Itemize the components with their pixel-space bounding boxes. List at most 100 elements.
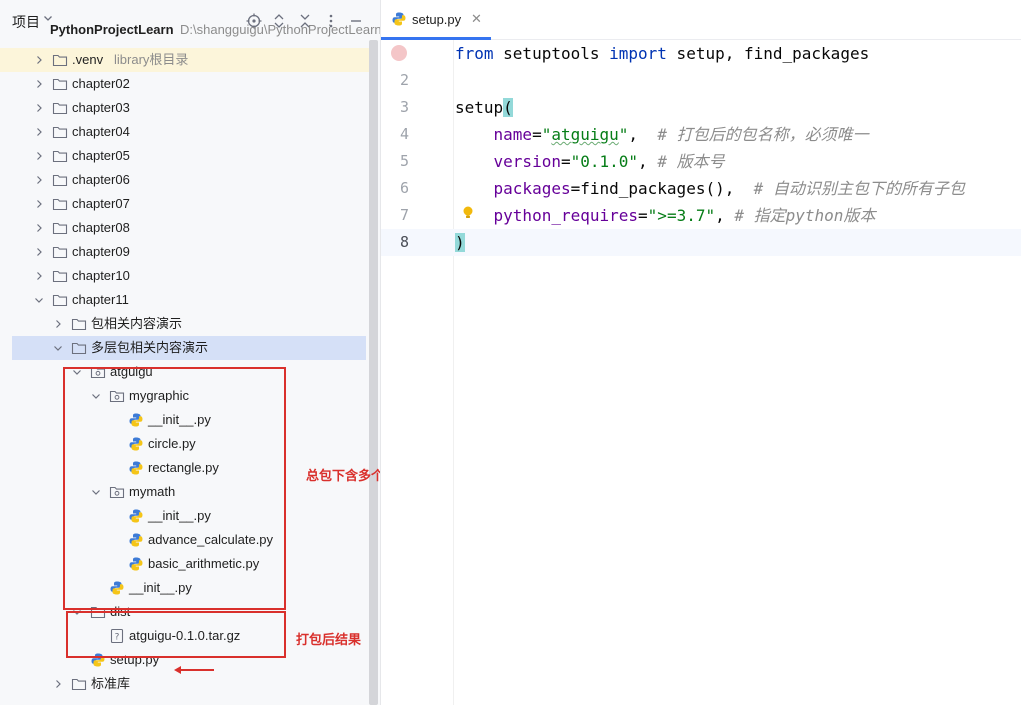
tree-item[interactable]: chapter02	[0, 72, 369, 96]
tree-item[interactable]: chapter06	[0, 168, 369, 192]
chevron-right-icon[interactable]	[34, 55, 44, 65]
line-number[interactable]: 4	[381, 121, 409, 148]
tree-item-label: chapter05	[72, 148, 130, 163]
tab-setup-py[interactable]: setup.py ✕	[381, 0, 491, 40]
line-number[interactable]: 3	[381, 94, 409, 121]
tree-item[interactable]: 包相关内容演示	[0, 312, 369, 336]
tree-item-hint: library根目录	[114, 52, 189, 67]
code-text: from setuptools import setup, find_packa…	[455, 40, 869, 67]
folder-icon	[52, 102, 68, 115]
packages-highlight-box	[63, 367, 286, 610]
code-line[interactable]: 4 name="atguigu", # 打包后的包名称，必须唯一	[381, 121, 1021, 148]
tree-item[interactable]: chapter04	[0, 120, 369, 144]
code-line[interactable]: 7 python_requires=">=3.7", # 指定python版本	[381, 202, 1021, 229]
chevron-down-icon[interactable]	[53, 343, 63, 353]
tree-item[interactable]: chapter11	[0, 288, 369, 312]
code-text: python_requires=">=3.7", # 指定python版本	[455, 202, 876, 229]
code-line[interactable]: 8)	[381, 229, 1021, 256]
chevron-down-icon[interactable]	[34, 295, 44, 305]
code-token: ,	[628, 125, 658, 144]
tree-item-label: chapter02	[72, 76, 130, 91]
chevron-right-icon[interactable]	[34, 151, 44, 161]
code-area[interactable]: from setuptools import setup, find_packa…	[381, 40, 1021, 256]
scrollbar[interactable]	[369, 40, 378, 705]
editor-tab-bar: setup.py ✕	[381, 0, 1021, 40]
code-token: # 指定python版本	[734, 206, 876, 225]
tree-item[interactable]: chapter08	[0, 216, 369, 240]
chevron-right-icon[interactable]	[34, 223, 44, 233]
code-token: setup	[455, 98, 504, 117]
tree-item-label: chapter08	[72, 220, 130, 235]
python-file-icon	[392, 12, 406, 26]
code-token: version	[493, 152, 561, 171]
chevron-right-icon[interactable]	[34, 247, 44, 257]
line-number[interactable]: 2	[381, 67, 409, 94]
line-number[interactable]: 8	[381, 229, 409, 256]
tree-item-label: 包相关内容演示	[91, 316, 183, 331]
folder-icon	[52, 294, 68, 307]
code-token: from	[455, 44, 494, 63]
code-text: name="atguigu", # 打包后的包名称，必须唯一	[455, 121, 869, 148]
folder-icon	[52, 198, 68, 211]
tree-item[interactable]: chapter09	[0, 240, 369, 264]
code-text: packages=find_packages(), # 自动识别主包下的所有子包	[455, 175, 965, 202]
tree-item[interactable]: chapter05	[0, 144, 369, 168]
chevron-right-icon[interactable]	[53, 679, 63, 689]
tree-item-label: chapter09	[72, 244, 130, 259]
tree-item[interactable]: 多层包相关内容演示	[12, 336, 366, 360]
code-token: # 打包后的包名称，必须唯一	[657, 125, 869, 144]
folder-icon	[52, 126, 68, 139]
line-number[interactable]: 6	[381, 175, 409, 202]
tree-item[interactable]: chapter10	[0, 264, 369, 288]
chevron-right-icon[interactable]	[34, 103, 44, 113]
chevron-right-icon[interactable]	[53, 319, 63, 329]
chevron-right-icon[interactable]	[34, 199, 44, 209]
code-token: ,	[638, 152, 658, 171]
code-token: =	[532, 125, 542, 144]
code-line[interactable]: 2	[381, 67, 1021, 94]
breakpoint-icon[interactable]	[391, 45, 407, 61]
code-line[interactable]: from setuptools import setup, find_packa…	[381, 40, 1021, 67]
tree-item[interactable]: chapter03	[0, 96, 369, 120]
close-icon[interactable]: ✕	[471, 11, 482, 27]
code-token: # 版本号	[657, 152, 725, 171]
folder-icon	[52, 78, 68, 91]
code-token: "	[541, 125, 552, 144]
folder-icon	[71, 318, 87, 331]
folder-icon	[52, 174, 68, 187]
code-line[interactable]: 5 version="0.1.0", # 版本号	[381, 148, 1021, 175]
folder-icon	[52, 54, 68, 67]
dist-annotation: 打包后结果	[296, 632, 362, 647]
code-token: # 自动识别主包下的所有子包	[753, 179, 965, 198]
project-panel-title[interactable]: 项目	[12, 12, 40, 32]
tree-item-label: chapter04	[72, 124, 130, 139]
code-token: setup, find_packages	[666, 44, 870, 63]
folder-icon	[71, 342, 87, 355]
code-token: python_requires	[493, 206, 639, 225]
chevron-right-icon[interactable]	[34, 79, 44, 89]
line-number[interactable]: 7	[381, 202, 409, 229]
code-text: setup(	[455, 94, 513, 121]
chevron-right-icon[interactable]	[34, 271, 44, 281]
red-arrow-icon	[174, 666, 214, 674]
folder-icon	[52, 270, 68, 283]
tree-item[interactable]: .venv library根目录	[0, 48, 369, 72]
tree-root-row[interactable]: PythonProjectLearn D:\shangguigu\PythonP…	[0, 22, 380, 48]
chevron-right-icon[interactable]	[34, 127, 44, 137]
tree-item-label: chapter10	[72, 268, 130, 283]
code-token: name	[493, 125, 533, 144]
tab-label: setup.py	[412, 12, 462, 27]
code-token: )	[455, 233, 465, 252]
code-token: =find_packages(),	[570, 179, 754, 198]
code-token: =	[560, 152, 571, 171]
folder-icon	[52, 246, 68, 259]
tree-item[interactable]: chapter07	[0, 192, 369, 216]
code-token: "0.1.0"	[570, 152, 639, 171]
code-token: atguigu	[551, 125, 619, 144]
code-line[interactable]: 6 packages=find_packages(), # 自动识别主包下的所有…	[381, 175, 1021, 202]
line-number[interactable]: 5	[381, 148, 409, 175]
chevron-right-icon[interactable]	[34, 175, 44, 185]
code-line[interactable]: 3 setup(	[381, 94, 1021, 121]
folder-icon	[52, 222, 68, 235]
code-token: ">=3.7"	[647, 206, 716, 225]
